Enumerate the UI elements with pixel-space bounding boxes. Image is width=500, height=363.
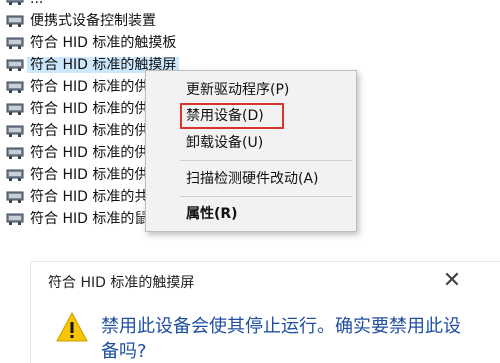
tree-item-hid-touchpad[interactable]: 符合 HID 标准的触摸板 xyxy=(0,32,500,54)
device-icon xyxy=(6,59,24,71)
device-icon xyxy=(6,37,24,49)
device-icon xyxy=(6,213,24,225)
tree-item-label: 符合 HID 标准的供 xyxy=(30,79,149,95)
screenshot-gap xyxy=(0,243,500,261)
device-icon xyxy=(6,81,24,93)
menu-item-update-driver[interactable]: 更新驱动程序(P) xyxy=(186,79,289,101)
tree-item-label: 符合 HID 标准的供 xyxy=(30,145,149,161)
confirm-dialog: 符合 HID 标准的触摸屏 ✕ 禁用此设备会使其停止运行。确实要禁用此设备吗? xyxy=(30,261,500,363)
screen: ... 便携式设备控制装置 符合 HID 标准的触摸板 符合 HID 标准的触摸… xyxy=(0,0,500,363)
menu-item-uninstall-device[interactable]: 卸载设备(U) xyxy=(186,132,263,154)
tree-item-label: 符合 HID 标准的供 xyxy=(30,123,149,139)
device-icon xyxy=(6,15,24,27)
tree-item-0[interactable]: ... xyxy=(0,0,500,10)
device-icon xyxy=(6,125,24,137)
tree-item-portable-device-control[interactable]: 便携式设备控制装置 xyxy=(0,10,500,32)
menu-item-scan-hardware[interactable]: 扫描检测硬件改动(A) xyxy=(186,168,319,190)
menu-separator xyxy=(180,160,352,161)
dialog-message: 禁用此设备会使其停止运行。确实要禁用此设备吗? xyxy=(101,316,461,362)
device-icon xyxy=(6,169,24,181)
tree-item-label: 便携式设备控制装置 xyxy=(30,13,156,29)
close-icon[interactable]: ✕ xyxy=(441,270,463,292)
tree-item-label: ... xyxy=(30,0,43,7)
menu-item-disable-device[interactable]: 禁用设备(D) xyxy=(186,105,264,127)
device-icon xyxy=(6,191,24,203)
tree-item-label: 符合 HID 标准的供 xyxy=(30,101,149,117)
menu-separator xyxy=(180,196,352,197)
warning-icon xyxy=(56,312,88,342)
tree-item-label: 符合 HID 标准的供 xyxy=(30,167,149,183)
dialog-title: 符合 HID 标准的触摸屏 xyxy=(48,275,195,291)
menu-item-properties[interactable]: 属性(R) xyxy=(186,203,238,225)
tree-item-label: 符合 HID 标准的共 xyxy=(30,189,149,205)
device-icon xyxy=(6,147,24,159)
device-icon xyxy=(6,0,24,5)
tree-item-label: 符合 HID 标准的鼠 xyxy=(30,211,149,227)
context-menu: 更新驱动程序(P) 禁用设备(D) 卸载设备(U) 扫描检测硬件改动(A) 属性… xyxy=(145,70,357,232)
tree-item-label: 符合 HID 标准的触摸板 xyxy=(30,35,177,51)
device-icon xyxy=(6,103,24,115)
